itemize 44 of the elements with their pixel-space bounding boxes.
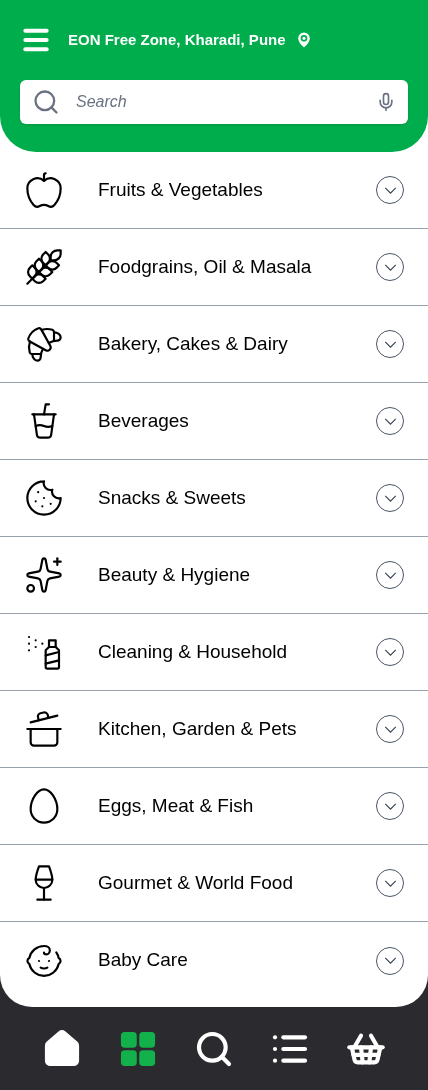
category-label: Baby Care: [98, 948, 189, 973]
category-row[interactable]: Foodgrains, Oil & Masala: [0, 229, 428, 306]
category-row[interactable]: Cleaning & Household: [0, 614, 428, 691]
chevron-down-icon: [383, 340, 397, 348]
chevron-down-icon: [383, 263, 397, 271]
chevron-down-icon: [383, 802, 397, 810]
chevron-down-icon: [383, 879, 397, 887]
category-label: Cleaning & Household: [98, 639, 289, 664]
chevron-down-icon: [383, 417, 397, 425]
category-row[interactable]: Eggs, Meat & Fish: [0, 768, 428, 845]
category-row[interactable]: Kitchen, Garden & Pets: [0, 691, 428, 768]
category-row[interactable]: Baby Care: [0, 922, 428, 999]
category-row[interactable]: Fruits & Vegetables: [0, 152, 428, 229]
category-row[interactable]: Gourmet & World Food: [0, 845, 428, 922]
home-icon[interactable]: [42, 1028, 82, 1069]
apple-icon: [24, 170, 64, 210]
sparkles-icon: [24, 555, 64, 595]
category-label: Beverages: [98, 408, 190, 433]
wheat-icon: [24, 247, 64, 287]
category-label: Fruits & Vegetables: [98, 177, 264, 202]
chevron-down-icon: [383, 648, 397, 656]
category-row[interactable]: Snacks & Sweets: [0, 460, 428, 537]
chevron-down-icon: [383, 494, 397, 502]
category-row[interactable]: Beauty & Hygiene: [0, 537, 428, 614]
category-row[interactable]: Beverages: [0, 383, 428, 460]
category-label: Beauty & Hygiene: [98, 562, 252, 587]
chevron-down-icon: [383, 186, 397, 194]
category-label: Eggs, Meat & Fish: [98, 793, 255, 818]
search-icon: [32, 88, 60, 116]
croissant-icon: [24, 324, 64, 364]
chevron-down-icon: [383, 571, 397, 579]
microphone-icon[interactable]: [376, 92, 396, 112]
chevron-down-icon: [383, 725, 397, 733]
category-label: Kitchen, Garden & Pets: [98, 716, 298, 741]
search-field[interactable]: Search: [76, 90, 360, 114]
cookie-icon: [24, 478, 64, 518]
cooking-pot-icon: [24, 709, 64, 749]
chevron-down-icon: [383, 957, 397, 964]
category-row[interactable]: Bakery, Cakes & Dairy: [0, 306, 428, 383]
search-bar[interactable]: Search: [20, 80, 408, 124]
category-label: Foodgrains, Oil & Masala: [98, 254, 313, 279]
category-label: Gourmet & World Food: [98, 870, 294, 895]
category-label: Snacks & Sweets: [98, 485, 247, 510]
category-label: Bakery, Cakes & Dairy: [98, 331, 289, 356]
